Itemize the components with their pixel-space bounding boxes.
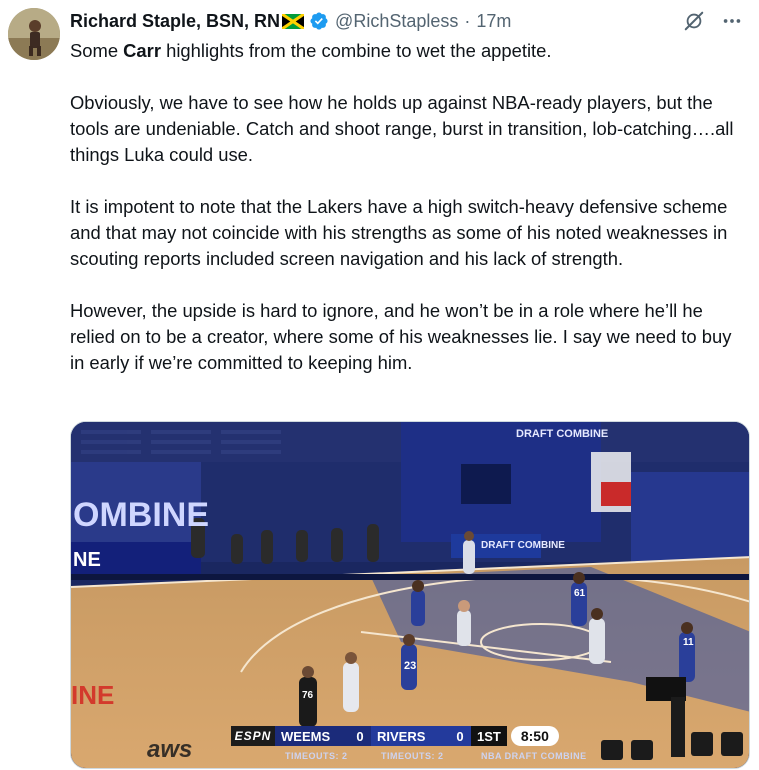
timestamp[interactable]: 17m [476,11,511,32]
paragraph-2: Obviously, we have to see how he holds u… [70,92,739,165]
period: 1ST [471,726,507,746]
jamaica-flag-icon [282,13,305,29]
more-icon[interactable] [719,8,745,34]
video-frame [71,422,749,768]
jersey-76: 76 [302,690,314,701]
display-name[interactable]: Richard Staple, BSN, RN [70,11,280,32]
jersey-61: 61 [574,588,586,599]
handle[interactable]: @RichStapless [335,11,458,32]
network-logo: ESPN [231,726,275,746]
avatar-image [8,8,60,60]
separator-dot: · [464,10,471,31]
grok-icon[interactable] [681,8,707,34]
paragraph-1: Some Carr highlights from the combine to… [70,40,552,61]
verified-badge-icon[interactable] [309,11,329,31]
aws-logo-text: aws [147,736,193,763]
tweet-text: Some Carr highlights from the combine to… [70,38,750,376]
banner-combine: OMBINE [73,496,209,534]
banner-ne: NE [73,549,101,571]
tweet-header: Richard Staple, BSN, RN @RichStapless · … [70,9,745,33]
avatar[interactable] [8,8,60,60]
team1-name: WEEMS [275,726,349,746]
team2-name: RIVERS [371,726,449,746]
scorebug: ESPN WEEMS 0 RIVERS 0 1ST 8:50 TIMEOUTS:… [231,724,681,768]
banner-draft-combine-mid: DRAFT COMBINE [481,540,565,551]
event-label: NBA DRAFT COMBINE [481,751,587,761]
paragraph-4: However, the upside is hard to ignore, a… [70,300,737,373]
team2-timeouts: TIMEOUTS: 2 [381,751,444,761]
team1-score: 0 [349,726,371,746]
video-player[interactable]: OMBINE NE DRAFT COMBINE DRAFT COMBINE IN… [70,421,750,769]
floor-text: INE [71,680,115,710]
jersey-23: 23 [404,660,417,672]
jersey-11: 11 [683,637,694,648]
banner-draft-combine-top: DRAFT COMBINE [516,428,609,440]
team2-score: 0 [449,726,471,746]
team1-timeouts: TIMEOUTS: 2 [285,751,348,761]
bold-name: Carr [123,40,161,61]
game-clock: 8:50 [510,726,559,746]
tweet[interactable]: Richard Staple, BSN, RN @RichStapless · … [0,0,759,770]
paragraph-3: It is impotent to note that the Lakers h… [70,196,733,269]
